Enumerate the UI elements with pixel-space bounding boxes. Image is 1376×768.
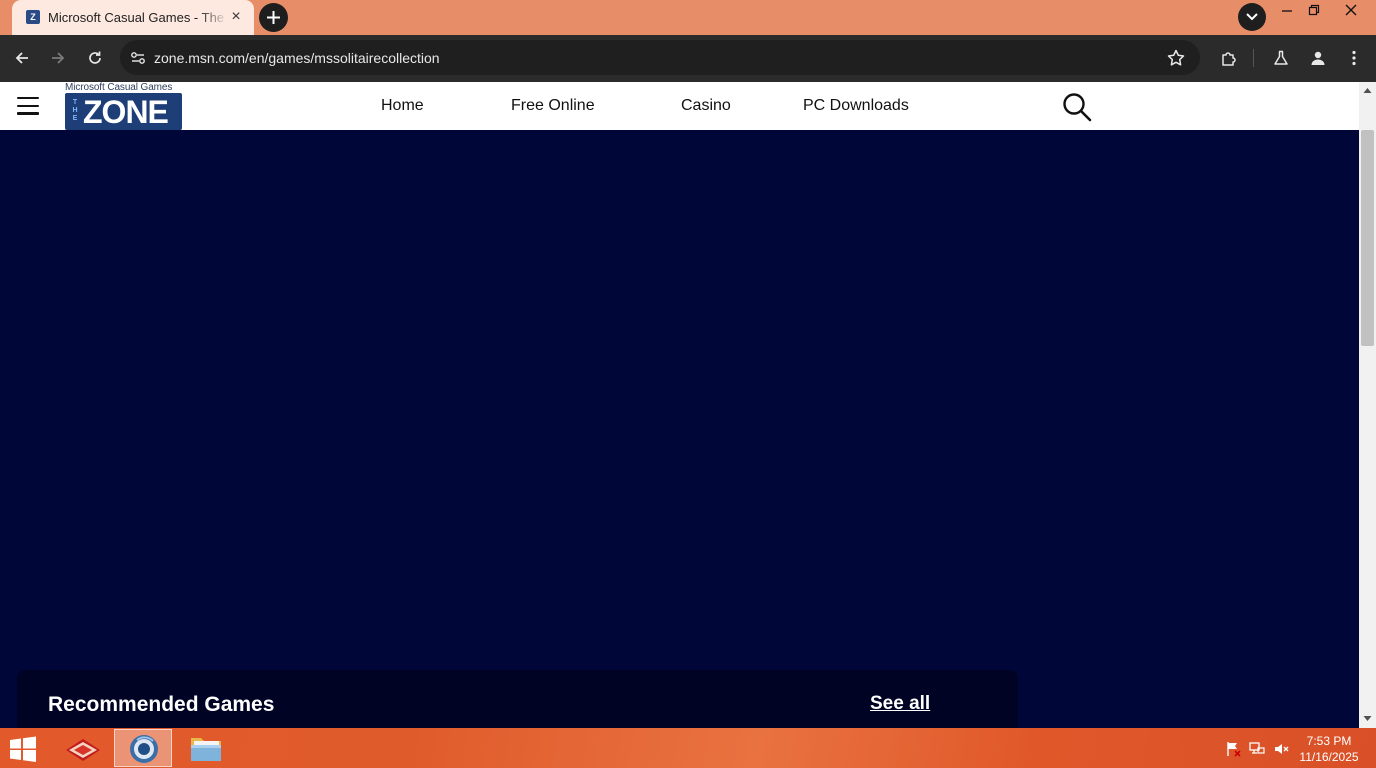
- browser-tab[interactable]: Z Microsoft Casual Games - The Zone ×: [12, 0, 254, 35]
- browser-tab-strip: Z Microsoft Casual Games - The Zone ×: [0, 0, 1376, 35]
- restore-button[interactable]: [1296, 0, 1332, 22]
- nav-casino[interactable]: Casino: [681, 97, 731, 115]
- flask-icon: [1274, 50, 1288, 65]
- network-icon[interactable]: [1249, 741, 1265, 757]
- forward-button[interactable]: [45, 45, 71, 71]
- tab-title: Microsoft Casual Games - The Zone: [48, 10, 228, 25]
- taskbar-app-chrome[interactable]: [114, 729, 172, 767]
- screen: Z Microsoft Casual Games - The Zone ×: [0, 0, 1376, 768]
- menu-button[interactable]: [1341, 45, 1367, 71]
- scroll-down-arrow-icon[interactable]: [1363, 714, 1372, 723]
- scroll-thumb[interactable]: [1361, 130, 1374, 346]
- logo-tagline: Microsoft Casual Games: [65, 82, 173, 93]
- kebab-menu-icon: [1352, 50, 1356, 66]
- nav-pc-downloads[interactable]: PC Downloads: [803, 97, 909, 115]
- logo-zone-text: ZONE: [83, 94, 169, 130]
- site-info-icon[interactable]: [128, 48, 148, 68]
- browser-app-icon: [130, 735, 158, 763]
- zone-favicon-icon: Z: [26, 10, 40, 24]
- browser-toolbar: zone.msn.com/en/games/mssolitairecollect…: [0, 35, 1376, 82]
- close-window-button[interactable]: [1333, 0, 1369, 22]
- nav-free-online[interactable]: Free Online: [511, 97, 595, 115]
- logo-box: THE ZONE: [65, 93, 182, 130]
- tab-search-button[interactable]: [1238, 3, 1266, 31]
- profile-button[interactable]: [1305, 45, 1331, 71]
- game-app-icon: [66, 739, 100, 761]
- toolbar-divider: [1253, 49, 1254, 67]
- recommended-games-title: Recommended Games: [48, 693, 275, 716]
- action-center-flag-icon[interactable]: [1225, 741, 1241, 757]
- minimize-icon: [1282, 10, 1292, 12]
- tab-close-icon[interactable]: ×: [227, 8, 245, 26]
- reload-button[interactable]: [82, 45, 108, 71]
- scroll-up-arrow-icon[interactable]: [1363, 86, 1372, 95]
- nav-home[interactable]: Home: [381, 97, 424, 115]
- site-header: Microsoft Casual Games THE ZONE Home Fre…: [0, 82, 1359, 130]
- bookmark-star-icon[interactable]: [1166, 48, 1186, 68]
- clock-date: 11/16/2025: [1299, 750, 1359, 764]
- taskbar-app-game[interactable]: [54, 729, 112, 767]
- zone-logo[interactable]: Microsoft Casual Games THE ZONE: [64, 82, 184, 130]
- address-bar[interactable]: zone.msn.com/en/games/mssolitairecollect…: [120, 40, 1200, 75]
- clock-time: 7:53 PM: [1306, 734, 1352, 748]
- back-button[interactable]: [9, 45, 35, 71]
- url-text: zone.msn.com/en/games/mssolitairecollect…: [154, 50, 440, 66]
- windows-start-icon[interactable]: [8, 736, 38, 762]
- reload-icon: [89, 51, 101, 64]
- close-icon: [1345, 4, 1357, 16]
- arrow-right-icon: [52, 52, 65, 64]
- logo-the: THE: [72, 99, 78, 122]
- extensions-button[interactable]: [1215, 45, 1241, 71]
- see-all-link[interactable]: See all: [870, 693, 930, 715]
- recommended-games-panel: Recommended Games See all: [17, 670, 1018, 728]
- speaker-muted-icon[interactable]: [1273, 741, 1289, 757]
- restore-icon: [1308, 4, 1320, 16]
- taskbar-app-explorer[interactable]: [177, 729, 235, 767]
- profile-icon: [1311, 51, 1325, 65]
- windows-taskbar: 7:53 PM 11/16/2025: [0, 728, 1376, 768]
- folder-icon: [191, 738, 221, 761]
- system-clock[interactable]: 7:53 PM 11/16/2025: [1296, 733, 1362, 765]
- plus-icon: [267, 11, 280, 24]
- puzzle-icon: [1222, 52, 1236, 66]
- labs-button[interactable]: [1268, 45, 1294, 71]
- search-icon[interactable]: [1061, 92, 1093, 122]
- new-tab-button[interactable]: [259, 3, 288, 32]
- hamburger-menu-icon[interactable]: [17, 97, 39, 115]
- chevron-down-icon: [1246, 13, 1258, 21]
- game-hero-area: Recommended Games See all: [0, 130, 1359, 728]
- page-scrollbar[interactable]: [1359, 82, 1376, 728]
- arrow-left-icon: [15, 52, 28, 64]
